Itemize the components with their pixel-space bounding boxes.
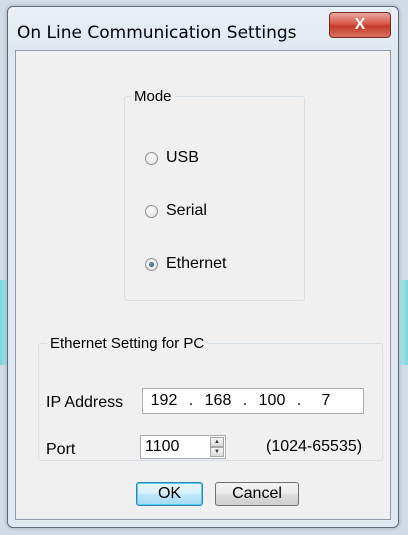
radio-serial-label: Serial xyxy=(166,202,207,219)
ip-separator: . xyxy=(188,392,194,409)
ip-separator: . xyxy=(242,392,248,409)
close-icon: X xyxy=(354,16,366,33)
ip-address-input[interactable]: 192 . 168 . 100 . 7 xyxy=(142,388,364,414)
port-range-hint: (1024-65535) xyxy=(266,438,363,455)
spin-down-icon[interactable]: ▼ xyxy=(210,447,224,457)
radio-button-icon[interactable] xyxy=(145,151,158,165)
background-accent-right xyxy=(400,280,408,365)
ethernet-settings-group: Ethernet Setting for PC IP Address 192 .… xyxy=(38,335,383,461)
ip-octet-1[interactable]: 192 xyxy=(143,392,185,410)
dialog-client-area: Mode USB Serial Ethernet Ethernet Settin… xyxy=(15,50,391,520)
radio-ethernet-label: Ethernet xyxy=(166,255,227,272)
radio-button-selected-icon[interactable] xyxy=(145,257,158,271)
ip-address-label: IP Address xyxy=(46,394,124,411)
ip-octet-2[interactable]: 168 xyxy=(197,392,239,410)
port-label: Port xyxy=(46,441,76,458)
radio-serial[interactable]: Serial xyxy=(145,202,207,220)
ip-octet-4[interactable]: 7 xyxy=(305,392,347,410)
ip-octet-3[interactable]: 100 xyxy=(251,392,293,410)
radio-button-icon[interactable] xyxy=(145,204,158,218)
spin-up-icon[interactable]: ▲ xyxy=(210,437,224,447)
dialog-window: On Line Communication Settings X Mode US… xyxy=(7,6,399,528)
radio-usb[interactable]: USB xyxy=(145,149,199,167)
radio-usb-label: USB xyxy=(166,149,199,166)
dialog-title: On Line Communication Settings xyxy=(17,23,297,43)
mode-group-legend: Mode xyxy=(134,88,172,105)
port-spinner[interactable]: ▲ ▼ xyxy=(210,437,224,457)
port-input[interactable]: 1100 ▲ ▼ xyxy=(140,435,226,459)
ethernet-group-legend: Ethernet Setting for PC xyxy=(50,335,205,352)
radio-ethernet[interactable]: Ethernet xyxy=(145,255,226,273)
ip-separator: . xyxy=(296,392,302,409)
cancel-button[interactable]: Cancel xyxy=(215,482,299,506)
port-value: 1100 xyxy=(145,438,180,455)
mode-group: Mode USB Serial Ethernet xyxy=(124,88,305,301)
ok-button[interactable]: OK xyxy=(136,482,203,506)
close-button[interactable]: X xyxy=(329,12,391,38)
